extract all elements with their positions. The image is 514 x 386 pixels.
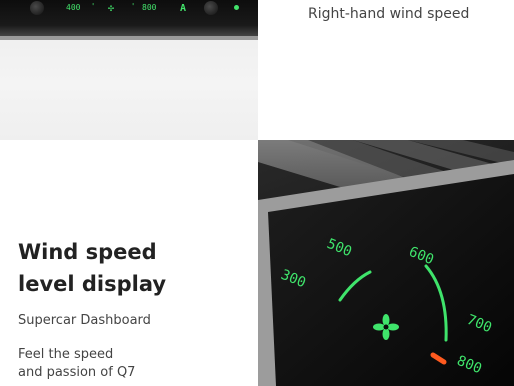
feature-subtitle: Supercar Dashboard	[18, 313, 151, 328]
caption-panel: Right-hand wind speed	[258, 0, 514, 140]
left-knob	[30, 1, 44, 15]
right-knob	[204, 1, 218, 15]
tick-mark: '	[132, 2, 135, 11]
feature-text-panel: Wind speed level display Supercar Dashbo…	[0, 140, 258, 386]
status-led	[234, 5, 239, 10]
scale-label-800: 800	[142, 3, 157, 12]
device-display-strip: 400 ' ✣ ' 800 A	[0, 0, 258, 40]
feature-heading: Wind speed level display	[18, 236, 166, 300]
description-line-2: and passion of Q7	[18, 365, 136, 380]
feature-description: Feel the speed and passion of Q7	[18, 346, 135, 382]
heading-line-2: level display	[18, 272, 167, 296]
product-edge-photo: 400 ' ✣ ' 800 A	[0, 0, 258, 140]
dashboard-photo: 300 500 600 700 800	[258, 140, 514, 386]
tick-mark: '	[92, 2, 95, 11]
mode-letter: A	[180, 3, 187, 14]
dashboard-illustration: 300 500 600 700 800	[258, 140, 514, 386]
description-line-1: Feel the speed	[18, 347, 114, 362]
heading-line-1: Wind speed	[18, 240, 157, 264]
fan-icon: ✣	[108, 3, 115, 14]
caption-text: Right-hand wind speed	[308, 6, 470, 22]
scale-label-400: 400	[66, 3, 81, 12]
